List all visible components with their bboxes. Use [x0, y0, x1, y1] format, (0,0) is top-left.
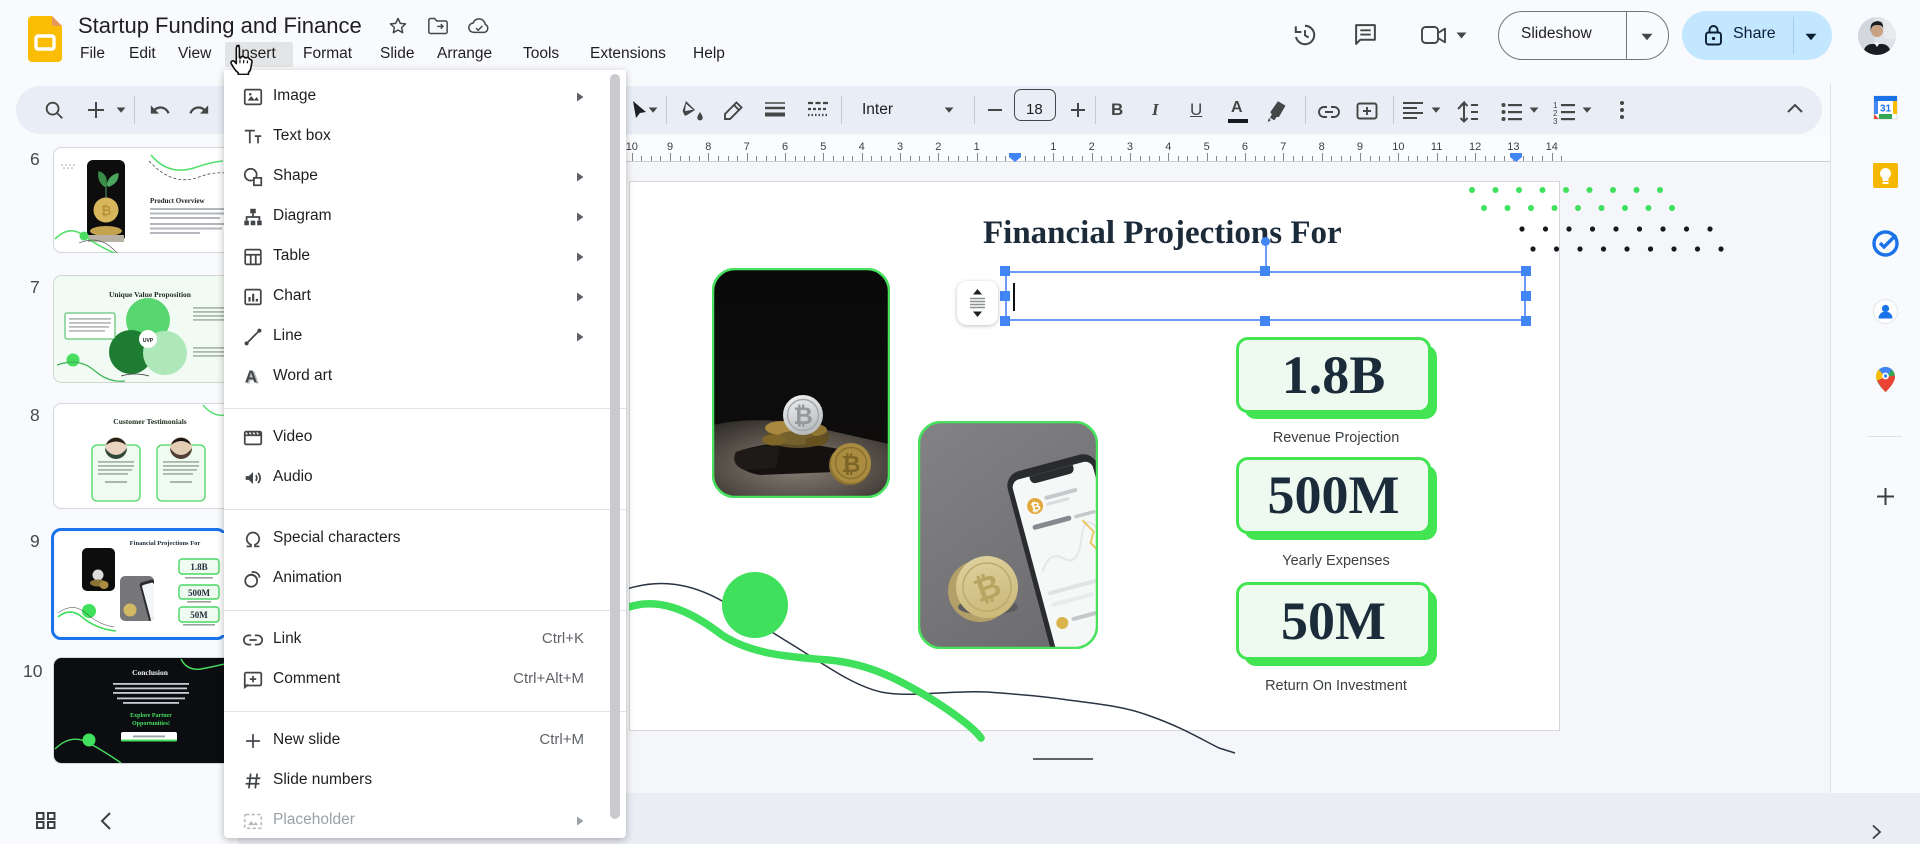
svg-text:500M: 500M — [188, 588, 211, 598]
svg-text:A: A — [245, 367, 258, 387]
svg-text:1.8B: 1.8B — [190, 562, 207, 572]
svg-text:₿: ₿ — [842, 451, 861, 477]
svg-text:₿: ₿ — [793, 403, 813, 430]
svg-text:Explore Partner: Explore Partner — [130, 713, 172, 719]
svg-text:₿: ₿ — [101, 203, 112, 218]
svg-text:50M: 50M — [190, 610, 208, 620]
svg-text:31: 31 — [1880, 104, 1892, 115]
svg-text:Unique Value Proposition: Unique Value Proposition — [109, 290, 192, 299]
svg-text:Conclusion: Conclusion — [132, 668, 169, 677]
svg-text:Financial Projections For: Financial Projections For — [130, 540, 201, 547]
svg-text:UVP: UVP — [143, 338, 154, 344]
svg-text:Opportunities!: Opportunities! — [132, 721, 170, 727]
svg-text:Product Overview: Product Overview — [150, 197, 205, 205]
svg-text:Customer Testimonials: Customer Testimonials — [113, 417, 186, 426]
svg-text:3: 3 — [1553, 117, 1558, 124]
